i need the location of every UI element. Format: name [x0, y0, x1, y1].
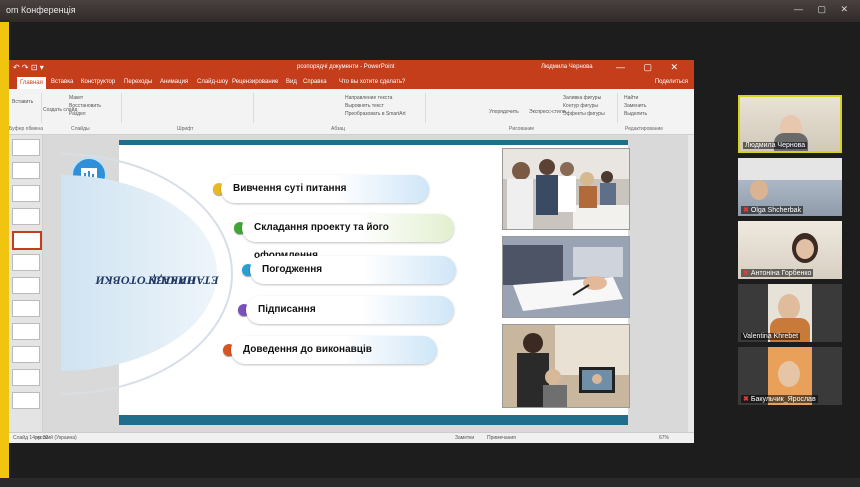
find-button[interactable]: Найти	[624, 95, 638, 101]
participant-name: Olga Shcherbak	[750, 207, 802, 214]
ribbon: Вставить Создать слайд Макет Восстановит…	[9, 89, 694, 135]
tab-review[interactable]: Рецензирование	[232, 79, 278, 85]
select-button[interactable]: Выделить	[624, 111, 647, 117]
comments-button[interactable]: Примечания	[487, 435, 516, 441]
section-button[interactable]: Раздел	[69, 111, 86, 117]
zoom-title-bar: om Конференція — ▢ ✕	[0, 0, 860, 22]
quick-styles-button[interactable]: Экспресс-стили	[529, 109, 566, 115]
slide-thumbnail[interactable]	[12, 185, 40, 202]
muted-mic-icon: ✖	[743, 207, 749, 214]
step-1: Вивчення суті питання	[221, 175, 429, 203]
muted-mic-icon: ✖	[743, 396, 749, 403]
slide-thumbnail[interactable]	[12, 277, 40, 294]
participant-tile[interactable]: Valentina Khrebet	[738, 284, 842, 342]
slide: ЕТАПИ ПІДГОТОВКИ НАКАЗУ Вивчення суті пи…	[61, 140, 630, 425]
tab-transitions[interactable]: Переходы	[124, 79, 152, 85]
slide-thumbnail[interactable]	[12, 300, 40, 317]
participant-tile-active[interactable]: Людмила Чернова	[738, 95, 842, 153]
muted-mic-icon: ✖	[743, 270, 749, 277]
align-text-button[interactable]: Выровнять текст	[345, 103, 384, 109]
tab-animations[interactable]: Анимация	[160, 79, 188, 85]
slide-thumbnail[interactable]	[12, 369, 40, 386]
ppt-title-bar: ↶ ↷ ⊡ ▾ розпорядчі документи - PowerPoin…	[9, 60, 694, 76]
share-button[interactable]: Поделиться	[655, 79, 688, 85]
reset-button[interactable]: Восстановить	[69, 103, 101, 109]
tab-view[interactable]: Вид	[286, 79, 297, 85]
ppt-status-bar: Слайд 14 из 33 русский (Украина) Заметки…	[9, 432, 694, 443]
participant-tile[interactable]: ✖ Антоніна Горбенко	[738, 221, 842, 279]
text-direction-button[interactable]: Направление текста	[345, 95, 392, 101]
layout-button[interactable]: Макет	[69, 95, 83, 101]
arrange-button[interactable]: Упорядочить	[489, 109, 519, 115]
slide-top-band	[119, 140, 628, 145]
quick-access-toolbar[interactable]: ↶ ↷ ⊡ ▾	[13, 63, 44, 72]
slide-thumbnail[interactable]	[12, 139, 40, 156]
participant-name: Бакульчик_Ярослав	[750, 396, 816, 403]
side-title-line2: НАКАЗУ	[148, 273, 197, 288]
step-4: Підписання	[246, 296, 454, 324]
slide-thumbnail[interactable]	[12, 208, 40, 225]
slide-thumbnail[interactable]	[12, 392, 40, 409]
slide-thumbnail[interactable]	[12, 323, 40, 340]
paste-button[interactable]: Вставить	[12, 99, 33, 105]
participant-tile[interactable]: ✖ Бакульчик_Ярослав	[738, 347, 842, 405]
notes-button[interactable]: Заметки	[455, 435, 474, 441]
slide-thumbnails-pane[interactable]	[9, 135, 43, 432]
participant-tile[interactable]: ✖ Olga Shcherbak	[738, 158, 842, 216]
smartart-button[interactable]: Преобразовать в SmartArt	[345, 111, 406, 117]
participant-name: Антоніна Горбенко	[750, 270, 812, 277]
participant-name: Valentina Khrebet	[743, 333, 799, 340]
tab-help[interactable]: Справка	[303, 79, 327, 85]
slide-thumbnail[interactable]	[12, 346, 40, 363]
tab-home[interactable]: Главная	[17, 77, 46, 89]
zoom-window-title: om Конференція	[6, 5, 76, 15]
photo-video-call	[502, 324, 630, 408]
tab-insert[interactable]: Вставка	[51, 79, 73, 85]
vertical-title: ЕТАПИ ПІДГОТОВКИ НАКАЗУ	[96, 200, 219, 360]
vertical-scrollbar[interactable]	[688, 135, 694, 432]
group-font: Шрифт	[177, 126, 194, 132]
step-3: Погодження	[250, 256, 456, 284]
zoom-level[interactable]: 67%	[659, 435, 669, 441]
ppt-document-title: розпорядчі документи - PowerPoint	[297, 64, 395, 70]
zoom-bottom-bar	[0, 478, 860, 487]
tell-me-search[interactable]: Что вы хотите сделать?	[339, 79, 405, 85]
ribbon-tabs: Главная Вставка Конструктор Переходы Ани…	[9, 76, 694, 89]
shape-effects-button[interactable]: Эффекты фигуры	[563, 111, 605, 117]
shape-fill-button[interactable]: Заливка фигуры	[563, 95, 601, 101]
group-clipboard: Буфер обмена	[9, 126, 43, 132]
zoom-window-controls[interactable]: — ▢ ✕	[794, 4, 854, 15]
slide-thumbnail[interactable]	[12, 162, 40, 179]
slide-bottom-band	[119, 415, 628, 425]
slide-thumbnail[interactable]	[12, 254, 40, 271]
replace-button[interactable]: Заменить	[624, 103, 646, 109]
tab-design[interactable]: Конструктор	[81, 79, 115, 85]
ppt-user-name[interactable]: Людмила Чернова	[541, 64, 593, 70]
step-5: Доведення до виконавців	[231, 336, 437, 364]
group-slides: Слайды	[71, 126, 90, 132]
shape-outline-button[interactable]: Контур фигуры	[563, 103, 598, 109]
language-indicator[interactable]: русский (Украина)	[35, 435, 77, 441]
photo-signing-document	[502, 236, 630, 318]
participant-name: Людмила Чернова	[745, 142, 806, 149]
group-editing: Редактирование	[625, 126, 664, 132]
share-highlight-border	[0, 22, 9, 487]
group-paragraph: Абзац	[331, 126, 346, 132]
tab-slideshow[interactable]: Слайд-шоу	[197, 79, 228, 85]
ppt-window-controls[interactable]: — ▢ ✕	[616, 62, 686, 73]
group-drawing: Рисование	[509, 126, 535, 132]
photo-team-meeting	[502, 148, 630, 230]
step-2: Складання проекту та його оформлення	[242, 214, 454, 261]
slide-thumbnail-selected[interactable]	[12, 231, 42, 250]
